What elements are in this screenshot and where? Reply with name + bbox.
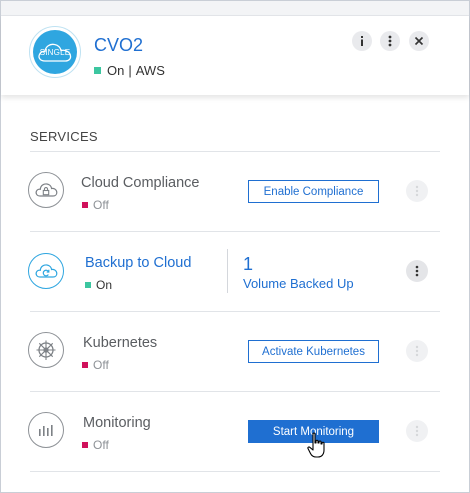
- close-button[interactable]: [409, 31, 429, 51]
- activate-kubernetes-button[interactable]: Activate Kubernetes: [248, 340, 379, 363]
- hand-cursor-icon: [307, 432, 325, 458]
- status-off-dot: [82, 442, 88, 448]
- service-status: On: [85, 278, 112, 292]
- info-icon: [361, 36, 363, 46]
- more-vertical-icon: [415, 185, 419, 197]
- enable-compliance-button[interactable]: Enable Compliance: [248, 180, 379, 203]
- bar-chart-icon: [28, 412, 64, 448]
- status-on-dot: [94, 67, 101, 74]
- more-vertical-icon: [415, 265, 419, 277]
- service-more-button[interactable]: [406, 420, 428, 442]
- service-name: Monitoring: [83, 415, 151, 431]
- working-environment-provider: AWS: [135, 63, 165, 78]
- status-on-dot: [85, 282, 91, 288]
- lock-cloud-icon: [28, 172, 64, 208]
- close-icon: [414, 36, 424, 46]
- divider: [30, 471, 440, 472]
- working-environment-state: On: [107, 63, 125, 78]
- service-name: Kubernetes: [83, 335, 158, 351]
- service-status-label: Off: [93, 198, 109, 212]
- service-more-button[interactable]: [406, 180, 428, 202]
- more-vertical-icon: [415, 425, 419, 437]
- info-button[interactable]: [352, 31, 372, 51]
- service-row-cloud-compliance: Cloud Compliance Off Enable Compliance: [0, 152, 468, 232]
- service-name: Cloud Compliance: [81, 175, 200, 191]
- service-name: Backup to Cloud: [85, 255, 192, 271]
- service-more-button[interactable]: [406, 340, 428, 362]
- service-more-button[interactable]: [406, 260, 428, 282]
- kubernetes-helm-icon: [28, 332, 64, 368]
- service-row-kubernetes: Kubernetes Off Activate Kubernetes: [0, 312, 468, 392]
- service-status-label: Off: [93, 438, 109, 452]
- more-vertical-icon: [388, 35, 392, 47]
- status-off-dot: [82, 362, 88, 368]
- service-row-monitoring: Monitoring Off Start Monitoring: [0, 392, 468, 472]
- services-heading: SERVICES: [30, 129, 98, 144]
- service-status: Off: [82, 198, 109, 212]
- cloud-icon: SINGLE: [33, 30, 77, 74]
- volume-backed-up-label: Volume Backed Up: [243, 276, 354, 291]
- working-environment-name: CVO2: [94, 35, 144, 55]
- working-environment-status: On | AWS: [94, 63, 165, 78]
- vertical-divider: [227, 249, 228, 293]
- panel-top-strip: [1, 1, 469, 16]
- service-status-label: Off: [93, 358, 109, 372]
- avatar-badge-label: SINGLE: [39, 47, 71, 57]
- more-options-button[interactable]: [380, 31, 400, 51]
- status-off-dot: [82, 202, 88, 208]
- more-vertical-icon: [415, 345, 419, 357]
- service-status: Off: [82, 438, 109, 452]
- volume-backed-up-count: 1: [243, 254, 254, 274]
- backup-cloud-icon: [28, 253, 64, 289]
- status-separator: |: [128, 63, 132, 78]
- service-status-label: On: [96, 278, 113, 292]
- service-status: Off: [82, 358, 109, 372]
- working-environment-avatar: SINGLE: [29, 26, 81, 78]
- service-row-backup-to-cloud: Backup to Cloud On 1 Volume Backed Up: [0, 232, 468, 312]
